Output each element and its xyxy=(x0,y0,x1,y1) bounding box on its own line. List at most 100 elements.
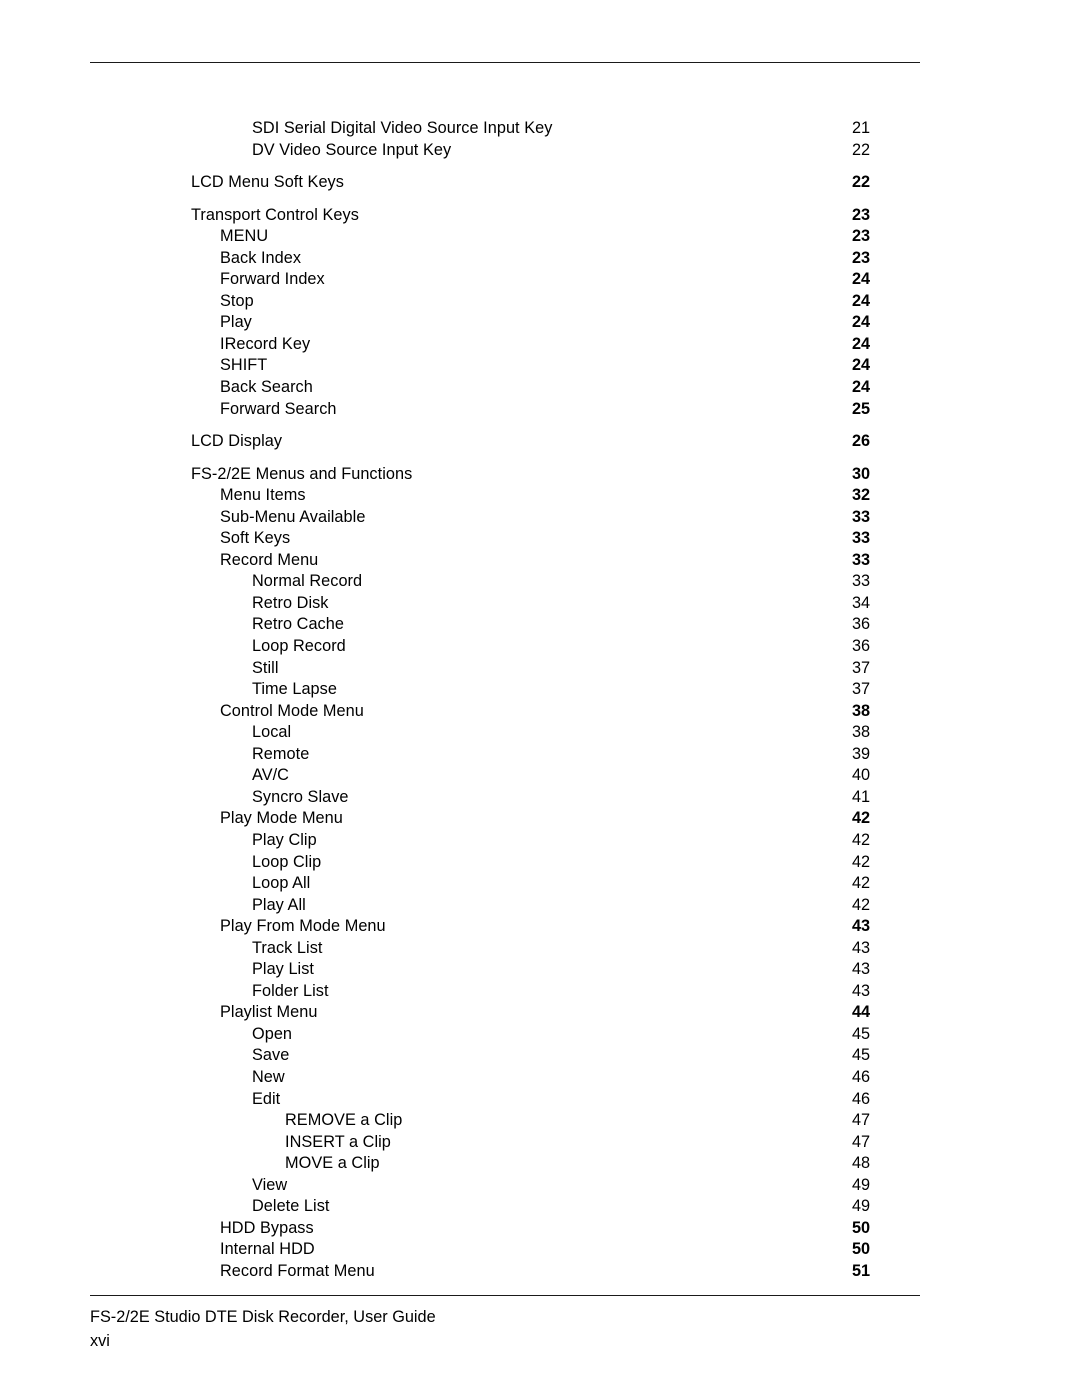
toc-entry-label: Control Mode Menu xyxy=(220,701,364,720)
toc-entry-page-number: 49 xyxy=(852,1197,871,1216)
toc-entry[interactable]: MENU 23 xyxy=(90,226,920,248)
toc-entry[interactable]: Play 24 xyxy=(90,312,920,334)
toc-entry[interactable]: Remote 39 xyxy=(90,744,920,766)
toc-entry[interactable]: Delete List 49 xyxy=(90,1196,920,1218)
toc-entry[interactable]: Folder List 43 xyxy=(90,981,920,1003)
toc-entry[interactable]: INSERT a Clip 47 xyxy=(90,1132,920,1154)
toc-entry-page-number: 24 xyxy=(852,378,871,397)
toc-entry-page-number: 32 xyxy=(852,486,871,505)
toc-entry-page-number: 42 xyxy=(852,852,871,871)
toc-entry-label: Forward Search xyxy=(220,399,337,418)
toc-entry[interactable]: Open 45 xyxy=(90,1024,920,1046)
toc-entry[interactable]: Time Lapse 37 xyxy=(90,679,920,701)
toc-entry-label: Record Menu xyxy=(220,550,319,569)
toc-entry[interactable]: Play List 43 xyxy=(90,959,920,981)
toc-entry-page-number: 43 xyxy=(852,960,871,979)
toc-entry[interactable]: Syncro Slave 41 xyxy=(90,787,920,809)
toc-entry-label: Time Lapse xyxy=(252,680,337,699)
toc-entry-label: Play Mode Menu xyxy=(220,809,343,828)
footer-document-title: FS-2/2E Studio DTE Disk Recorder, User G… xyxy=(90,1308,436,1326)
toc-entry-page-number: 33 xyxy=(852,550,871,569)
toc-entry-label: Record Format Menu xyxy=(220,1261,375,1280)
toc-entry-page-number: 23 xyxy=(852,248,871,267)
toc-entry-page-number: 41 xyxy=(852,787,871,806)
toc-entry[interactable]: Local 38 xyxy=(90,722,920,744)
toc-entry-label: LCD Menu Soft Keys xyxy=(191,173,344,192)
toc-entry[interactable]: Forward Index 24 xyxy=(90,269,920,291)
toc-entry[interactable]: New 46 xyxy=(90,1067,920,1089)
toc-entry[interactable]: DV Video Source Input Key 22 xyxy=(90,140,920,162)
toc-entry-page-number: 50 xyxy=(852,1218,871,1237)
footer-page-number: xvi xyxy=(90,1332,110,1350)
toc-entry[interactable]: Control Mode Menu 38 xyxy=(90,701,920,723)
toc-entry[interactable]: Loop Clip 42 xyxy=(90,852,920,874)
toc-entry-page-number: 21 xyxy=(852,119,871,137)
toc-entry-page-number: 39 xyxy=(852,744,871,763)
toc-entry[interactable]: Playlist Menu 44 xyxy=(90,1002,920,1024)
toc-entry[interactable]: IRecord Key 24 xyxy=(90,334,920,356)
toc-entry[interactable]: Record Format Menu 51 xyxy=(90,1261,920,1283)
toc-entry-page-number: 36 xyxy=(852,615,871,634)
toc-entry[interactable]: Forward Search 25 xyxy=(90,399,920,421)
toc-entry-label: Loop All xyxy=(252,874,311,893)
toc-entry[interactable]: Transport Control Keys 23 xyxy=(90,205,920,227)
toc-entry-label: Play All xyxy=(252,895,306,914)
toc-entry[interactable]: Save 45 xyxy=(90,1045,920,1067)
toc-entry[interactable]: HDD Bypass 50 xyxy=(90,1218,920,1240)
toc-entry-label: Play Clip xyxy=(252,830,317,849)
toc-entry-page-number: 23 xyxy=(852,205,871,224)
toc-entry[interactable]: LCD Display 26 xyxy=(90,431,920,453)
toc-entry[interactable]: Sub-Menu Available 33 xyxy=(90,507,920,529)
toc-entry-label: FS-2/2E Menus and Functions xyxy=(191,464,413,483)
toc-entry[interactable]: MOVE a Clip 48 xyxy=(90,1153,920,1175)
toc-entry[interactable]: Normal Record 33 xyxy=(90,571,920,593)
toc-entry[interactable]: Soft Keys 33 xyxy=(90,528,920,550)
toc-entry[interactable]: Retro Cache 36 xyxy=(90,614,920,636)
toc-entry[interactable]: Play Mode Menu 42 xyxy=(90,808,920,830)
toc-entry-page-number: 51 xyxy=(852,1261,871,1280)
toc-entry[interactable]: Record Menu 33 xyxy=(90,550,920,572)
toc-entry-page-number: 45 xyxy=(852,1046,871,1065)
toc-entry[interactable]: SDI Serial Digital Video Source Input Ke… xyxy=(90,118,920,140)
toc-entry[interactable]: REMOVE a Clip 47 xyxy=(90,1110,920,1132)
toc-entry[interactable]: Back Index 23 xyxy=(90,248,920,270)
toc-entry[interactable]: Loop Record 36 xyxy=(90,636,920,658)
toc-entry[interactable]: Play Clip 42 xyxy=(90,830,920,852)
toc-entry-label: DV Video Source Input Key xyxy=(252,140,452,159)
toc-entry-label: IRecord Key xyxy=(220,334,311,353)
toc-entry-label: Play From Mode Menu xyxy=(220,917,386,936)
toc-entry[interactable]: Retro Disk 34 xyxy=(90,593,920,615)
toc-entry-page-number: 42 xyxy=(852,895,871,914)
toc-entry-label: Back Index xyxy=(220,248,302,267)
toc-entry[interactable]: Back Search 24 xyxy=(90,377,920,399)
toc-entry[interactable]: Menu Items 32 xyxy=(90,485,920,507)
toc-entry[interactable]: SHIFT 24 xyxy=(90,355,920,377)
toc-entry[interactable]: Still 37 xyxy=(90,658,920,680)
toc-entry[interactable]: Internal HDD 50 xyxy=(90,1239,920,1261)
toc-entry[interactable]: View 49 xyxy=(90,1175,920,1197)
toc-entry[interactable]: Play From Mode Menu 43 xyxy=(90,916,920,938)
toc-entry-label: Loop Record xyxy=(252,637,346,656)
toc-entry-page-number: 42 xyxy=(852,809,871,828)
toc-entry[interactable]: AV/C 40 xyxy=(90,765,920,787)
toc-entry[interactable]: Play All 42 xyxy=(90,895,920,917)
document-page: SDI Serial Digital Video Source Input Ke… xyxy=(0,0,1080,1397)
toc-entry-page-number: 22 xyxy=(852,140,871,159)
toc-entry-label: View xyxy=(252,1175,288,1194)
toc-entry-page-number: 46 xyxy=(852,1089,871,1108)
toc-entry-page-number: 33 xyxy=(852,572,871,591)
toc-entry[interactable]: Track List 43 xyxy=(90,938,920,960)
toc-entry[interactable]: LCD Menu Soft Keys 22 xyxy=(90,172,920,194)
toc-entry[interactable]: FS-2/2E Menus and Functions 30 xyxy=(90,464,920,486)
toc-entry-page-number: 43 xyxy=(852,938,871,957)
toc-entry-page-number: 47 xyxy=(852,1111,871,1130)
toc-entry-page-number: 43 xyxy=(852,917,871,936)
toc-entry-label: LCD Display xyxy=(191,432,283,451)
toc-entry-label: Internal HDD xyxy=(220,1240,315,1259)
toc-entry[interactable]: Edit 46 xyxy=(90,1089,920,1111)
toc-entry-label: Loop Clip xyxy=(252,852,322,871)
toc-entry[interactable]: Loop All 42 xyxy=(90,873,920,895)
toc-entry-page-number: 37 xyxy=(852,680,871,699)
toc-entry-label: Normal Record xyxy=(252,572,363,591)
toc-entry[interactable]: Stop 24 xyxy=(90,291,920,313)
